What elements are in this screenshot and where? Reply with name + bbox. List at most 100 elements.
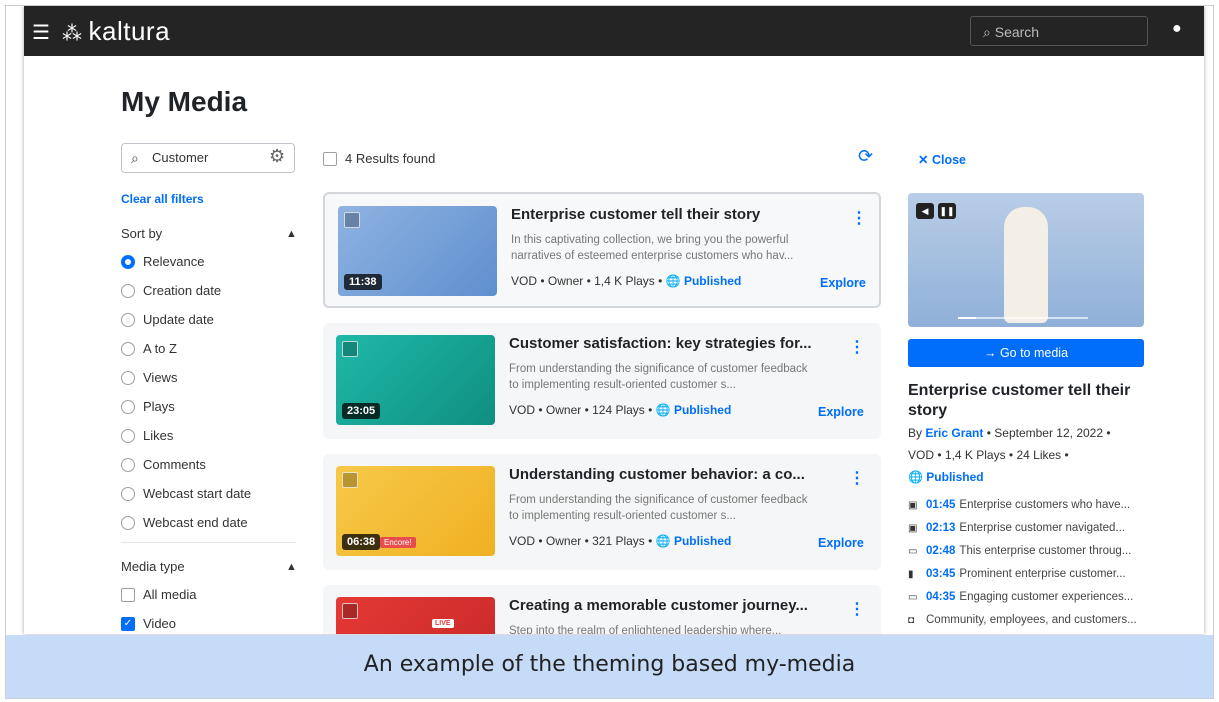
search-icon: ⌕: [131, 150, 139, 166]
panel-byline: By Eric Grant • September 12, 2022 •: [908, 426, 1111, 440]
close-button[interactable]: ✕ Close: [918, 152, 966, 167]
media-card[interactable]: 06:38 Encore! Understanding customer beh…: [323, 454, 881, 570]
explore-link[interactable]: Explore: [820, 276, 866, 290]
duration-badge: 23:05: [342, 403, 381, 419]
select-all[interactable]: 4 Results found: [323, 151, 435, 167]
live-tag: LIVE: [432, 619, 454, 628]
chapter-item[interactable]: ▣ 02:13 Enterprise customer navigated...: [908, 522, 1125, 534]
panel-status: 🌐 Published: [908, 470, 984, 484]
duration-badge: 06:38: [342, 534, 381, 550]
radio[interactable]: [121, 428, 135, 443]
pause-icon[interactable]: ❚❚: [938, 203, 956, 219]
chapter-item[interactable]: ◘ Community, employees, and customers...: [908, 614, 1137, 626]
refresh-icon[interactable]: ⟳: [858, 146, 873, 167]
radio[interactable]: [121, 486, 135, 501]
cc-icon: ▣: [908, 500, 918, 511]
checkbox-checked[interactable]: ✓: [121, 616, 135, 631]
chevron-up-icon[interactable]: ▲: [286, 228, 297, 240]
card-title[interactable]: Understanding customer behavior: a co...: [509, 466, 805, 483]
sort-option-webcast-start[interactable]: Webcast start date: [121, 484, 251, 504]
radio[interactable]: [121, 341, 135, 356]
page-title: My Media: [121, 86, 248, 117]
card-description: From understanding the significance of c…: [509, 363, 808, 391]
explore-link[interactable]: Explore: [818, 536, 864, 550]
slide-icon: ▭: [908, 546, 918, 557]
radio[interactable]: [121, 399, 135, 414]
radio[interactable]: [121, 457, 135, 472]
media-type-heading: Media type: [121, 559, 185, 574]
status-published: Published: [683, 274, 742, 288]
sort-option-views[interactable]: Views: [121, 368, 177, 388]
card-title[interactable]: Customer satisfaction: key strategies fo…: [509, 335, 812, 352]
radio[interactable]: [121, 515, 135, 530]
sort-option-likes[interactable]: Likes: [121, 426, 173, 446]
card-checkbox[interactable]: [342, 341, 358, 357]
media-card[interactable]: 23:05 Customer satisfaction: key strateg…: [323, 323, 881, 439]
checkbox[interactable]: [323, 151, 337, 166]
results-count: 4 Results found: [345, 151, 436, 166]
gear-icon[interactable]: ⚙: [269, 146, 285, 167]
global-search-input[interactable]: ⌕ Search: [970, 16, 1148, 46]
more-options-icon[interactable]: ⋮: [849, 468, 865, 488]
status-published: Published: [673, 403, 732, 417]
card-title[interactable]: Creating a memorable customer journey...: [509, 597, 808, 614]
globe-icon: 🌐: [908, 470, 927, 484]
sort-option-relevance[interactable]: Relevance: [121, 252, 204, 272]
card-title[interactable]: Enterprise customer tell their story: [511, 206, 760, 223]
card-checkbox[interactable]: [342, 603, 358, 619]
media-card[interactable]: LIVE Creating a memorable customer journ…: [323, 585, 881, 634]
card-description: From understanding the significance of c…: [509, 494, 808, 522]
status-published: Published: [673, 534, 732, 548]
more-options-icon[interactable]: ⋮: [849, 599, 865, 619]
media-thumbnail[interactable]: 06:38 Encore!: [336, 466, 495, 556]
search-placeholder: Search: [994, 24, 1040, 40]
clear-filters-link[interactable]: Clear all filters: [121, 192, 204, 206]
chapter-item[interactable]: ▭ 02:48 This enterprise customer throug...: [908, 545, 1131, 557]
panel-stats: VOD • 1,4 K Plays • 24 Likes •: [908, 448, 1069, 462]
explore-link[interactable]: Explore: [818, 405, 864, 419]
radio-selected[interactable]: [121, 254, 135, 269]
video-player[interactable]: ◀ ❚❚: [908, 193, 1144, 327]
radio[interactable]: [121, 283, 135, 298]
media-option-video[interactable]: ✓ Video: [121, 614, 176, 634]
status-published: Published: [926, 470, 984, 484]
chapter-item[interactable]: ▭ 04:35 Engaging customer experiences...: [908, 591, 1133, 603]
card-meta: VOD • Owner • 321 Plays • 🌐 Published: [509, 534, 732, 548]
media-thumbnail[interactable]: LIVE: [336, 597, 495, 634]
author-link[interactable]: Eric Grant: [925, 426, 983, 440]
media-option-all[interactable]: All media: [121, 585, 196, 605]
sort-option-webcast-end[interactable]: Webcast end date: [121, 513, 248, 533]
sort-by-heading: Sort by: [121, 226, 163, 241]
sort-option-plays[interactable]: Plays: [121, 397, 175, 417]
radio[interactable]: [121, 312, 135, 327]
sort-option-comments[interactable]: Comments: [121, 455, 206, 475]
card-description: In this captivating collection, we bring…: [511, 234, 794, 262]
logo[interactable]: ⁂ kaltura: [62, 16, 170, 47]
chapter-item[interactable]: ▮ 03:45 Prominent enterprise customer...: [908, 568, 1126, 580]
go-to-media-button[interactable]: → Go to media: [908, 339, 1144, 367]
sort-option-a-to-z[interactable]: A to Z: [121, 339, 177, 359]
mute-icon[interactable]: ◀: [916, 203, 934, 219]
more-options-icon[interactable]: ⋮: [849, 337, 865, 357]
media-thumbnail[interactable]: 23:05: [336, 335, 495, 425]
presenter-figure: [1004, 207, 1048, 323]
chapter-item[interactable]: ▣ 01:45 Enterprise customers who have...: [908, 499, 1130, 511]
chevron-up-icon[interactable]: ▲: [286, 561, 297, 573]
media-thumbnail[interactable]: 11:38: [338, 206, 497, 296]
card-meta: VOD • Owner • 1,4 K Plays • 🌐 Published: [511, 274, 742, 288]
menu-icon[interactable]: ☰: [32, 20, 50, 45]
progress-track[interactable]: [958, 317, 1088, 319]
sort-option-creation-date[interactable]: Creation date: [121, 281, 221, 301]
cc-icon: ▣: [908, 523, 918, 534]
card-checkbox[interactable]: [344, 212, 360, 228]
user-icon[interactable]: ●: [1172, 20, 1182, 38]
arrow-right-icon: →: [983, 346, 1000, 360]
radio[interactable]: [121, 370, 135, 385]
sort-option-update-date[interactable]: Update date: [121, 310, 214, 330]
duration-badge: 11:38: [344, 274, 382, 290]
card-checkbox[interactable]: [342, 472, 358, 488]
media-card[interactable]: 11:38 Enterprise customer tell their sto…: [323, 192, 881, 308]
checkbox[interactable]: [121, 587, 135, 602]
figure-caption: An example of the theming based my-media: [6, 635, 1213, 698]
more-options-icon[interactable]: ⋮: [851, 208, 867, 228]
